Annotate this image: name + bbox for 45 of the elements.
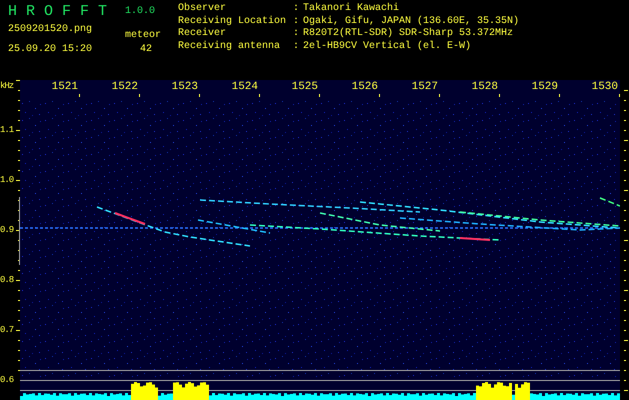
axis-tick (559, 94, 560, 97)
axis-tick (319, 94, 320, 97)
app-title: H R O F F T (8, 3, 108, 22)
axis-tick (79, 94, 80, 97)
axis-tick (259, 94, 260, 97)
axis-tick (199, 94, 200, 97)
axis-tick (499, 94, 500, 97)
axis-tick (139, 94, 140, 97)
y-axis-label: 1.1 (0, 125, 14, 135)
x-axis-label: 1526 (352, 80, 379, 94)
axis-unit: kHz (0, 80, 14, 92)
info-value: Ogaki, Gifu, JAPAN (136.60E, 35.35N) (303, 16, 520, 28)
file-name: 2509201520.png (8, 23, 94, 37)
meteor-label: meteor (125, 29, 162, 43)
x-axis-label: 1525 (292, 80, 319, 94)
info-value: Takanori Kawachi (303, 3, 400, 16)
axis-tick (439, 94, 440, 97)
info-label: Observer (178, 3, 228, 16)
x-axis-label: 1527 (412, 80, 439, 94)
y-axis-label: 0.7 (0, 325, 14, 335)
y-axis-label: 0.6 (0, 375, 14, 385)
y-axis-label: 0.8 (0, 275, 14, 285)
y-axis-label: 0.9 (0, 225, 14, 235)
x-axis-label: 1521 (52, 80, 79, 94)
info-value: R820T2(RTL-SDR) SDR-Sharp 53.372MHz (303, 28, 514, 40)
axis-tick (619, 94, 620, 97)
info-label: Receiving Location (178, 16, 288, 28)
x-axis-label: 1530 (592, 80, 619, 94)
x-axis-label: 1522 (112, 80, 139, 94)
meteor-count: 42 (139, 43, 154, 57)
y-axis-label: 1.0 (0, 175, 14, 185)
info-value: 2el-HB9CV Vertical (el. E-W) (303, 40, 472, 53)
info-label: Receiver (178, 28, 228, 40)
x-axis-label: 1528 (472, 80, 499, 94)
info-separator: : (293, 3, 300, 16)
x-axis-label: 1529 (532, 80, 559, 94)
info-separator: : (293, 16, 300, 28)
info-label: Receiving antenna (178, 40, 282, 53)
info-separator: : (293, 28, 300, 40)
version-label: 1.0.0 (125, 5, 156, 19)
axis-tick (379, 94, 380, 97)
date-time: 25.09.20 15:20 (8, 43, 94, 57)
x-axis-label: 1523 (172, 80, 199, 94)
info-separator: : (293, 40, 300, 53)
x-axis-label: 1524 (232, 80, 259, 94)
